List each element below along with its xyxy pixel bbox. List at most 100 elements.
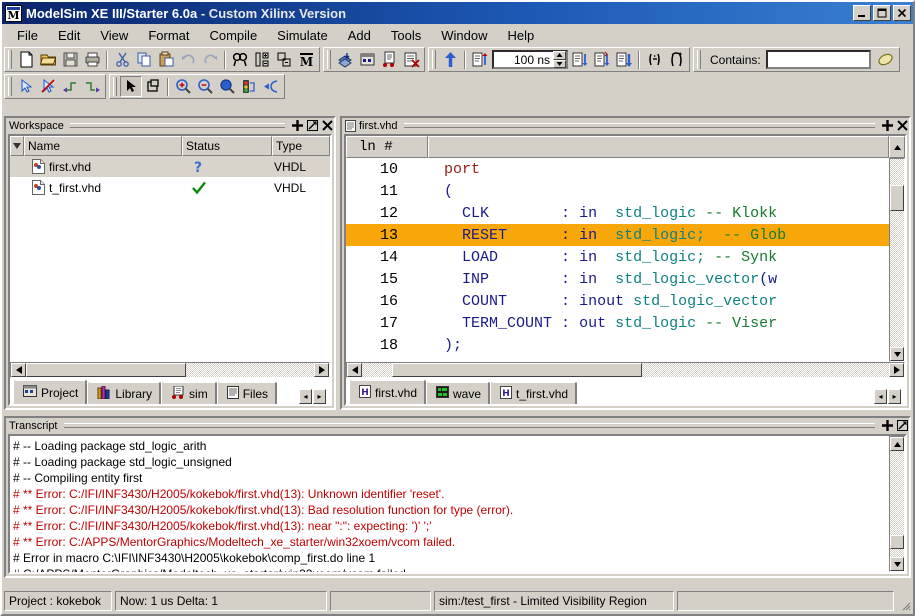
scroll-down-icon[interactable] (890, 347, 904, 361)
collapse-all-icon[interactable] (273, 49, 295, 70)
prev-transition-icon[interactable] (59, 76, 81, 97)
code-line[interactable]: 11 ( (346, 180, 889, 202)
sort-indicator-icon[interactable] (10, 136, 24, 156)
menu-view[interactable]: View (91, 26, 137, 45)
transcript-vscrollbar[interactable] (889, 436, 905, 572)
toolbar-grip[interactable] (113, 77, 117, 96)
tab-scroll-left-button[interactable]: ◂ (874, 389, 887, 404)
code-line[interactable]: 17 TERM_COUNT : out std_logic -- Viser (346, 312, 889, 334)
toolbar-grip[interactable] (697, 50, 701, 69)
menu-window[interactable]: Window (432, 26, 496, 45)
goto-icon[interactable] (260, 76, 282, 97)
column-header-name[interactable]: Name (24, 136, 182, 156)
tab-scroll-right-button[interactable]: ▸ (313, 389, 326, 404)
tab-files[interactable]: Files (217, 381, 278, 404)
menu-compile[interactable]: Compile (200, 26, 266, 45)
tab-first-vhd[interactable]: H first.vhd (350, 379, 427, 404)
contains-input[interactable] (765, 50, 871, 69)
clear-filter-icon[interactable] (875, 49, 897, 70)
scroll-track[interactable] (890, 159, 904, 347)
zoom-out-icon[interactable] (194, 76, 216, 97)
scroll-right-icon[interactable] (889, 363, 904, 377)
maximize-button[interactable] (873, 5, 891, 21)
workspace-hscrollbar[interactable] (10, 362, 330, 378)
next-transition-icon[interactable] (81, 76, 103, 97)
run-continue-icon[interactable] (591, 49, 613, 70)
print-icon[interactable] (81, 49, 103, 70)
tab-t-first-vhd[interactable]: H t_first.vhd (491, 381, 578, 404)
source-hscrollbar[interactable] (346, 362, 905, 378)
zoom-full-icon[interactable] (216, 76, 238, 97)
toolbar-grip[interactable] (432, 50, 436, 69)
restart-icon[interactable] (439, 49, 461, 70)
tab-scroll-left-button[interactable]: ◂ (299, 389, 312, 404)
code-line[interactable]: 13 RESET : in std_logic; -- Glob (346, 224, 889, 246)
close-button[interactable] (893, 5, 911, 21)
step-over-icon[interactable] (665, 49, 687, 70)
compile-all-icon[interactable] (356, 49, 378, 70)
minimize-button[interactable] (853, 5, 871, 21)
run-length-spinner[interactable] (553, 51, 566, 68)
scroll-track[interactable] (890, 451, 904, 557)
paste-icon[interactable] (155, 49, 177, 70)
run-length-field[interactable]: 100 ns (492, 50, 568, 69)
undock-icon[interactable] (896, 420, 908, 432)
close-icon[interactable] (321, 120, 333, 132)
redo-icon[interactable] (199, 49, 221, 70)
tab-scroll-right-button[interactable]: ▸ (888, 389, 901, 404)
code-line[interactable]: 15 INP : in std_logic_vector(w (346, 268, 889, 290)
code-line[interactable]: 18 ); (346, 334, 889, 356)
copy-icon[interactable] (133, 49, 155, 70)
menu-add[interactable]: Add (339, 26, 380, 45)
scroll-thumb[interactable] (26, 363, 186, 377)
pin-icon[interactable] (881, 120, 893, 132)
scroll-track[interactable] (362, 363, 889, 377)
spinner-down-icon[interactable] (553, 59, 566, 68)
run-length-icon[interactable] (469, 49, 491, 70)
scroll-left-icon[interactable] (11, 363, 26, 377)
tab-wave[interactable]: wave (427, 381, 491, 404)
toolbar-grip[interactable] (8, 50, 12, 69)
code-line[interactable]: 12 CLK : in std_logic -- Klokk (346, 202, 889, 224)
scroll-track[interactable] (26, 363, 314, 377)
new-icon[interactable] (15, 49, 37, 70)
find-icon[interactable] (229, 49, 251, 70)
expand-all-icon[interactable] (251, 49, 273, 70)
signal-breakpoint-icon[interactable] (238, 76, 260, 97)
transcript-output[interactable]: # -- Loading package std_logic_arith # --… (10, 436, 889, 572)
table-row[interactable]: t_first.vhd VHDL (10, 177, 330, 198)
menu-file[interactable]: File (8, 26, 47, 45)
add-cursor-icon[interactable] (15, 76, 37, 97)
scroll-down-icon[interactable] (890, 557, 904, 571)
scroll-right-icon[interactable] (314, 363, 329, 377)
delete-cursor-icon[interactable] (37, 76, 59, 97)
run-step-icon[interactable] (613, 49, 635, 70)
source-vscroll-up-button[interactable] (889, 136, 905, 158)
menu-edit[interactable]: Edit (49, 26, 89, 45)
source-vscrollbar[interactable] (889, 158, 905, 362)
tab-sim[interactable]: sim (162, 381, 217, 404)
tab-project[interactable]: Project (14, 379, 88, 404)
scroll-thumb[interactable] (890, 535, 904, 549)
save-icon[interactable] (59, 49, 81, 70)
simulate-icon[interactable] (378, 49, 400, 70)
workspace-file-list[interactable]: first.vhd ? VHDL t_first.vhd VHDL (10, 156, 330, 362)
source-code[interactable]: 10 port 11 (12 CLK : in std_logic -- Klok… (346, 158, 889, 362)
toolbar-grip[interactable] (8, 77, 12, 96)
cut-icon[interactable] (111, 49, 133, 70)
spinner-up-icon[interactable] (553, 51, 566, 60)
undo-icon[interactable] (177, 49, 199, 70)
menu-simulate[interactable]: Simulate (268, 26, 337, 45)
column-header-status[interactable]: Status (182, 136, 272, 156)
column-header-type[interactable]: Type (272, 136, 330, 156)
menu-help[interactable]: Help (499, 26, 544, 45)
zoom-in-icon[interactable] (172, 76, 194, 97)
menu-format[interactable]: Format (139, 26, 198, 45)
arrow-pointer-icon[interactable] (120, 76, 142, 97)
resize-grip-icon[interactable] (897, 591, 911, 611)
pin-icon[interactable] (291, 120, 303, 132)
scroll-up-icon[interactable] (890, 437, 904, 451)
pin-icon[interactable] (881, 420, 893, 432)
open-icon[interactable] (37, 49, 59, 70)
end-simulation-icon[interactable] (400, 49, 422, 70)
